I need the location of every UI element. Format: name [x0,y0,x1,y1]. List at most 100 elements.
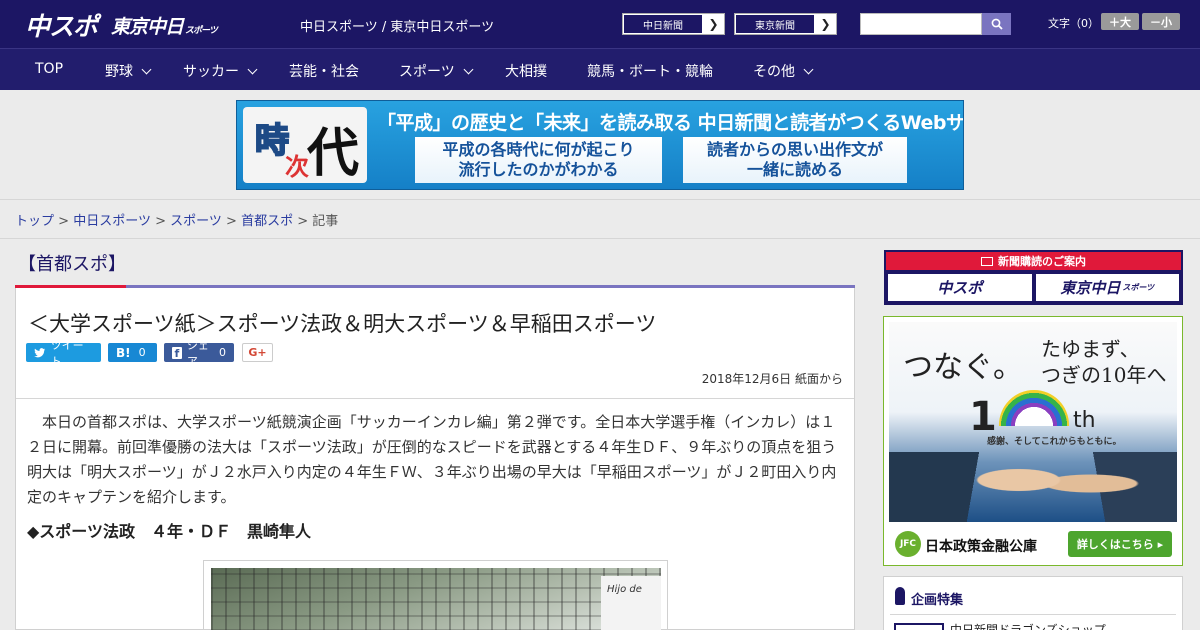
banner-box-right: 読者からの思い出作文が 一緒に読める [683,137,907,183]
nav-label: 芸能・社会 [289,64,359,80]
article-photo-frame: Hijo de [203,560,668,630]
subscribe-tokyo-chunichi-link[interactable]: 東京中日 スポーツ [1035,274,1179,301]
jfc-ad-image: つなぐ。 たゆまず、 つぎの10年へ 1 th 感謝、そしてこれからもともに。 [889,322,1177,522]
hatena-icon: B! [116,345,131,360]
nav-item-other[interactable]: その他 [753,61,814,81]
jidai-char-3: 代 [307,124,360,184]
tokyo-chunichi-logo[interactable]: 東京中日 スポーツ [111,12,218,39]
article-photo[interactable]: Hijo de [211,568,661,630]
article-date: 2018年12月6日 紙面から [701,372,843,386]
features-divider [890,614,1176,615]
jfc-name: 日本政策金融公庫 [925,539,1037,555]
banner-area: 時 次 代 「平成」の歴史と「未来」を読み取る 中日新聞と読者がつくるWebサイ… [0,90,1200,200]
twitter-icon [34,347,46,357]
hatena-button[interactable]: B! 0 [108,343,157,362]
banner-box-right-line1: 読者からの思い出作文が [706,140,883,159]
pin-icon [895,587,905,605]
banner-box-left-line2: 流行したのかがわかる [458,160,619,179]
chuspo-logo[interactable]: 中スポ [25,7,98,43]
jfc-ad[interactable]: つなぐ。 たゆまず、 つぎの10年へ 1 th 感謝、そしてこれからもともに。 … [883,316,1183,566]
banner-headline: 「平成」の歴史と「未来」を読み取る 中日新聞と読者がつくるWebサイト [377,112,964,134]
handshake-image [889,452,1177,522]
main-nav: TOP 野球 サッカー 芸能・社会 スポーツ 大相撲 競馬・ボート・競輪 その他 [0,48,1200,90]
subscription-logos: 中スポ 東京中日 スポーツ [886,270,1181,305]
features-title: 企画特集 [911,593,964,608]
nav-item-baseball[interactable]: 野球 [105,61,152,81]
search-button[interactable] [982,13,1011,35]
subscription-box: 新聞購読のご案内 中スポ 東京中日 スポーツ [884,250,1183,305]
breadcrumb: トップ > 中日スポーツ > スポーツ > 首都スポ > 記事 [15,210,338,229]
rainbow-icon [999,390,1069,426]
breadcrumb-chunichi-sports[interactable]: 中日スポーツ [73,214,151,229]
nav-item-sumo[interactable]: 大相撲 [505,61,547,81]
font-smaller-button[interactable]: －小 [1142,13,1180,30]
jidai-char-1: 時 [254,120,290,162]
tokyo-logo-text: 東京中日 [111,16,184,38]
font-size-label: 文字（0） [1048,17,1099,30]
chevron-down-icon [463,64,474,75]
facebook-share-button[interactable]: f シェア 0 [164,339,234,368]
search-icon [991,18,1003,30]
nav-item-racing[interactable]: 競馬・ボート・競輪 [587,61,713,81]
tokyo-shimbun-link[interactable]: 東京新聞 ❯ [734,13,837,35]
gplus-icon: G+ [248,346,267,359]
banner-box-left-line1: 平成の各時代に何が起こり [442,140,635,159]
subscribe-tokyo-small: スポーツ [1122,283,1155,292]
jidai-char-2: 次 [285,153,309,181]
nav-label: 野球 [105,64,133,80]
nav-item-entertainment[interactable]: 芸能・社会 [289,61,359,81]
subscription-title: 新聞購読のご案内 [886,252,1181,270]
nav-label: サッカー [183,64,239,80]
search-input[interactable] [860,13,982,35]
nav-label: 競馬・ボート・競輪 [587,64,713,80]
nav-item-soccer[interactable]: サッカー [183,61,258,81]
nav-label: その他 [753,64,795,80]
tokyo-shimbun-label: 東京新聞 [735,14,815,34]
article-divider [16,398,854,399]
facebook-icon: f [172,346,182,360]
breadcrumb-divider [0,238,1200,239]
breadcrumb-sports[interactable]: スポーツ [170,214,222,229]
subscribe-tokyo-text: 東京中日 [1060,279,1121,297]
ad-th: th [1073,408,1096,433]
article-subhead: ◆スポーツ法政 ４年・ＤＦ 黒崎隼人 [27,522,311,541]
category-title: 【首都スポ】 [18,254,126,275]
ad-more-button[interactable]: 詳しくはこちら ▸ [1068,531,1172,557]
jfc-logo-icon: JFC [895,531,921,557]
hatena-count: 0 [138,346,146,359]
article-card: ＜大学スポーツ紙＞スポーツ法政＆明大スポーツ＆早稲田スポーツ ツイート B! 0… [15,288,855,630]
banner-box-right-line2: 一緒に読める [746,160,843,179]
subscription-title-text: 新聞購読のご案内 [998,255,1086,268]
chunichi-shimbun-label: 中日新聞 [623,14,703,34]
breadcrumb-sep: > [58,214,70,229]
tweet-button[interactable]: ツイート [26,339,101,368]
chevron-down-icon [803,64,814,75]
article-body: 本日の首都スポは、大学スポーツ紙競演企画「サッカーインカレ編」第２弾です。全日本… [27,413,837,506]
photo-sign: Hijo de [601,576,661,630]
font-larger-button[interactable]: ＋大 [1101,13,1139,30]
chevron-right-icon: ❯ [820,17,831,31]
chevron-right-icon: ❯ [708,17,719,31]
breadcrumb-shuto-spo[interactable]: 首都スポ [241,214,293,229]
nav-item-top[interactable]: TOP [35,61,63,77]
nav-item-sports[interactable]: スポーツ [399,61,474,81]
features-thumbnail[interactable] [894,623,944,630]
jidai-logo: 時 次 代 [243,107,367,184]
facebook-count: 0 [219,346,226,359]
features-item[interactable]: 中日新聞ドラゴンズショップ [950,621,1106,630]
breadcrumb-top[interactable]: トップ [15,214,54,229]
gplus-button[interactable]: G+ [242,343,273,362]
breadcrumb-sep: > [297,214,309,229]
breadcrumb-sep: > [226,214,237,229]
photo-fence [211,568,661,630]
article-title: ＜大学スポーツ紙＞スポーツ法政＆明大スポーツ＆早稲田スポーツ [28,312,657,336]
ad-thanks: 感謝、そしてこれからもともに。 [987,437,1122,447]
ad-headline-2b: つぎの10年へ [1041,363,1167,387]
site-names: 中日スポーツ / 東京中日スポーツ [300,20,495,35]
chevron-down-icon [247,64,258,75]
chunichi-shimbun-link[interactable]: 中日新聞 ❯ [622,13,725,35]
jidai-banner-ad[interactable]: 時 次 代 「平成」の歴史と「未来」を読み取る 中日新聞と読者がつくるWebサイ… [236,100,964,190]
subscribe-chuspo-link[interactable]: 中スポ [888,274,1032,301]
ad-headline-2a: たゆまず、 [1041,337,1140,361]
newspaper-icon [981,256,993,266]
